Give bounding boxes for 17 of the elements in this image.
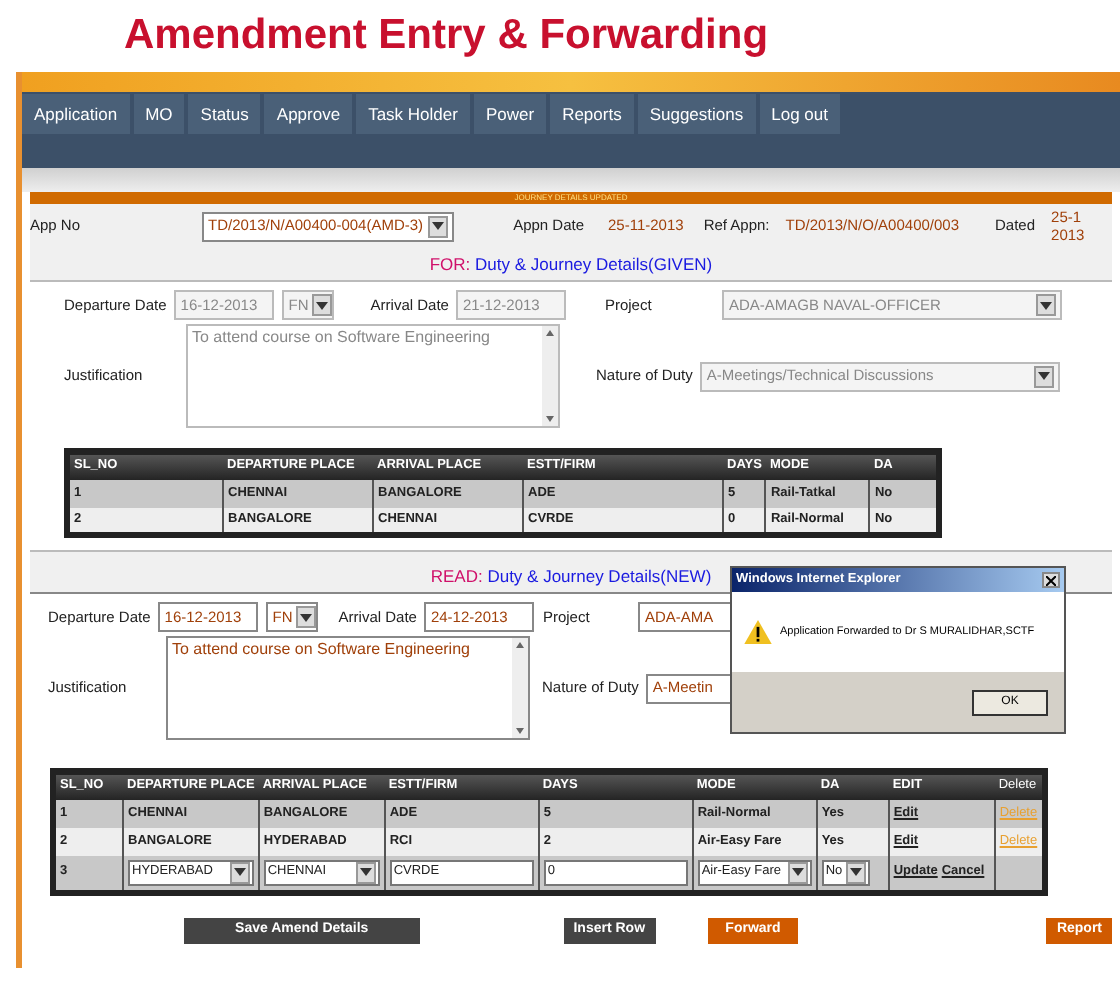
nav-tab[interactable]: Power xyxy=(473,94,547,134)
justification-textarea[interactable]: To attend course on Software Engineering xyxy=(166,636,530,740)
nav-tab[interactable]: Task Holder xyxy=(356,94,470,134)
nav-tab[interactable]: Reports xyxy=(550,94,634,134)
nav-tab[interactable]: Application xyxy=(22,94,130,134)
section-heading: FOR: Duty & Journey Details(GIVEN) xyxy=(429,251,713,277)
scrollbar-icon xyxy=(542,326,558,426)
warning-icon xyxy=(744,620,772,644)
nav-tab[interactable]: Log out xyxy=(759,94,840,134)
nav-tab[interactable]: MO xyxy=(133,94,185,134)
nav-tab[interactable]: Approve xyxy=(264,94,353,134)
close-button[interactable] xyxy=(1042,572,1060,588)
section-heading: READ: Duty & Journey Details(NEW) xyxy=(430,563,712,589)
scrollbar-icon xyxy=(512,638,528,738)
nav-tab[interactable]: Suggestions xyxy=(637,94,756,134)
page-title: Amendment Entry & Forwarding xyxy=(124,10,769,63)
nav-tab[interactable]: Status xyxy=(188,94,261,134)
